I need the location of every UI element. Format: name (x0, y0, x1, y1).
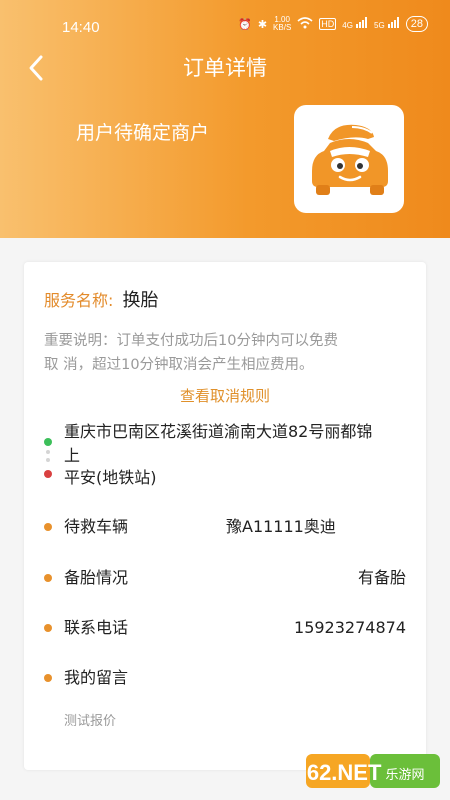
detail-label: 待救车辆 (64, 517, 129, 536)
signal-5g: 5G (374, 17, 400, 31)
order-status: 用户待确定商户 (76, 122, 210, 144)
order-card: 服务名称: 换胎 重要说明：订单支付成功后10分钟内可以免费 取 消，超过10分… (24, 262, 426, 770)
detail-row-phone: 联系电话 15923274874 (44, 616, 406, 640)
end-location-dot (44, 470, 52, 478)
cancel-rules-link[interactable]: 查看取消规则 (24, 385, 426, 406)
detail-value: 豫A11111奥迪 (226, 517, 336, 536)
watermark-sub: 乐游网 (385, 768, 424, 783)
signal-4g: 4G (342, 17, 368, 31)
bluetooth-icon: ✱ (257, 18, 268, 31)
start-address-line-1: 重庆市巴南区花溪街道渝南大道82号丽都锦 (64, 422, 373, 441)
bullet-dot (44, 674, 52, 682)
detail-label: 我的留言 (64, 668, 129, 687)
detail-label: 联系电话 (64, 618, 129, 637)
bullet-dot (44, 523, 52, 531)
start-address: 重庆市巴南区花溪街道渝南大道82号丽都锦 上 (64, 420, 409, 468)
battery-indicator: 28 (405, 16, 428, 32)
detail-row-spare-tire: 备胎情况 有备胎 (44, 566, 406, 590)
signal-4g-label: 4G (342, 21, 353, 30)
wifi-icon (297, 16, 313, 32)
detail-value: 有备胎 (357, 568, 406, 587)
status-icons: ⏰ ✱ 1.00 KB/S HD 4G 5G 28 (238, 16, 428, 32)
watermark-logo: 962.NET 乐游网 (295, 754, 440, 788)
detail-row-message: 我的留言 (44, 666, 406, 690)
detail-label: 备胎情况 (64, 568, 129, 587)
start-address-line-2: 上 (64, 446, 81, 465)
page-title: 订单详情 (183, 56, 267, 80)
note-line-2: 取 消，超过10分钟取消会产生相应费用。 (44, 357, 314, 373)
route-connector-dot (46, 458, 50, 462)
speed-unit: KB/S (273, 23, 292, 32)
merchant-logo (294, 105, 404, 213)
status-bar: 14:40 ⏰ ✱ 1.00 KB/S HD 4G 5G 28 (0, 0, 450, 56)
service-row: 服务名称: 换胎 (44, 286, 159, 312)
route-connector-dot (46, 450, 50, 454)
detail-row-vehicle: 待救车辆 豫A11111奥迪 (44, 515, 406, 539)
header: 14:40 ⏰ ✱ 1.00 KB/S HD 4G 5G 28 订单详情 用户待… (0, 0, 450, 238)
hd-badge: HD (319, 18, 337, 30)
site-watermark: 962.NET 乐游网 (295, 752, 442, 792)
service-value: 换胎 (122, 290, 159, 311)
service-label: 服务名称: (44, 291, 114, 310)
message-content: 测试报价 (64, 714, 117, 729)
note-line-1: 重要说明：订单支付成功后10分钟内可以免费 (44, 333, 338, 349)
network-speed: 1.00 KB/S (273, 16, 291, 32)
important-note: 重要说明：订单支付成功后10分钟内可以免费 取 消，超过10分钟取消会产生相应费… (44, 329, 406, 377)
bullet-dot (44, 624, 52, 632)
status-time: 14:40 (62, 19, 100, 36)
start-location-dot (44, 438, 52, 446)
end-address: 平安(地铁站) (64, 468, 157, 487)
watermark-brand: 962.NET (306, 760, 382, 785)
phone-number[interactable]: 15923274874 (294, 616, 406, 640)
bullet-dot (44, 574, 52, 582)
signal-5g-label: 5G (374, 21, 385, 30)
tow-truck-car-icon (312, 124, 388, 195)
alarm-icon: ⏰ (238, 18, 252, 31)
